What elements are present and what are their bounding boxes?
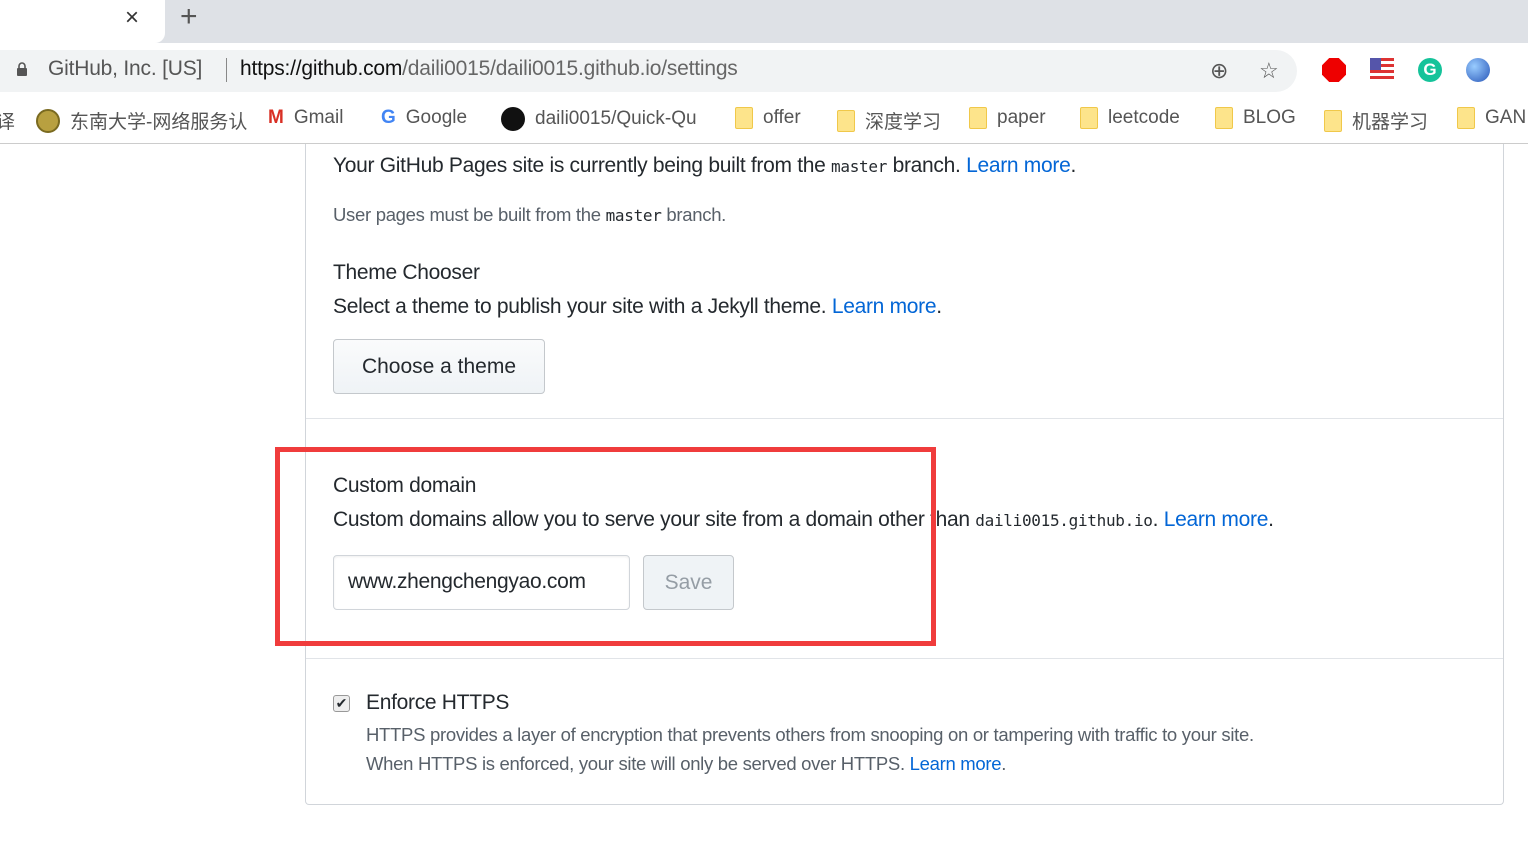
folder-icon (1324, 109, 1342, 132)
learn-more-link[interactable]: Learn more (832, 295, 937, 318)
bookmark-label: 东南大学-网络服务认 (70, 112, 248, 133)
theme-title: Theme Chooser (333, 261, 480, 284)
url-text[interactable]: https://github.com/daili0015/daili0015.g… (240, 57, 738, 81)
google-icon: G (381, 107, 396, 128)
bookmark[interactable]: 机器学习 (1324, 107, 1428, 134)
folder-icon (1457, 107, 1475, 129)
bookmark-label: 机器学习 (1352, 112, 1429, 133)
bookmark-label: GAN (1485, 107, 1527, 128)
bookmark[interactable]: paper (969, 107, 1046, 129)
learn-more-link[interactable]: Learn more (910, 753, 1002, 774)
learn-more-link[interactable]: Learn more (1164, 508, 1269, 531)
folder-icon (1080, 107, 1098, 129)
gmail-icon: M (268, 107, 284, 128)
folder-icon (1215, 107, 1233, 129)
bookmark[interactable]: 译 (0, 107, 15, 134)
bookmark[interactable]: daili0015/Quick-Qu (501, 107, 697, 131)
globe-extension-icon[interactable] (1466, 58, 1490, 82)
bookmark-label: Gmail (293, 107, 344, 128)
divider (306, 418, 1503, 419)
bookmark-label: 译 (0, 112, 16, 133)
build-status: Your GitHub Pages site is currently bein… (333, 154, 1076, 177)
enforce-https-checkbox[interactable]: ✔ (333, 695, 350, 712)
new-tab-button[interactable]: + (180, 0, 198, 34)
separator (226, 58, 227, 82)
url-host: https://github.com (240, 57, 403, 80)
bookmark[interactable]: M Gmail (268, 107, 343, 129)
bookmark[interactable]: leetcode (1080, 107, 1180, 129)
https-desc-line1: HTTPS provides a layer of encryption tha… (366, 724, 1254, 745)
zoom-icon[interactable]: ⊕ (1210, 58, 1228, 84)
bookmark-label: leetcode (1108, 107, 1180, 128)
bookmark[interactable]: GAN (1457, 107, 1526, 129)
folder-icon (969, 107, 987, 129)
url-path: /daili0015/daili0015.github.io/settings (402, 57, 738, 80)
folder-icon (837, 109, 855, 132)
bookmark[interactable]: G Google (381, 107, 467, 129)
tab-strip (0, 0, 1528, 43)
highlight-annotation-box (275, 447, 936, 646)
bookmark[interactable]: offer (735, 107, 801, 129)
bookmark[interactable]: 深度学习 (837, 107, 941, 134)
site-identity[interactable]: GitHub, Inc. [US] (48, 57, 202, 81)
bookmark-label: 深度学习 (865, 112, 942, 133)
grammarly-icon[interactable]: G (1418, 58, 1442, 82)
bookmark-label: BLOG (1243, 107, 1296, 128)
bookmark-label: daili0015/Quick-Qu (535, 108, 697, 129)
bookmark[interactable]: 东南大学-网络服务认 (36, 107, 247, 134)
flag-extension-icon[interactable] (1370, 58, 1394, 82)
lock-icon[interactable] (16, 62, 28, 76)
seu-icon (36, 108, 60, 133)
https-desc-line2: When HTTPS is enforced, your site will o… (366, 753, 1007, 774)
choose-theme-button[interactable]: Choose a theme (333, 339, 545, 394)
github-icon (501, 107, 525, 131)
enforce-https-title: Enforce HTTPS (366, 691, 510, 714)
star-icon[interactable]: ☆ (1259, 58, 1279, 84)
bookmark[interactable]: BLOG (1215, 107, 1296, 129)
learn-more-link[interactable]: Learn more (966, 154, 1071, 177)
active-tab[interactable] (0, 0, 165, 43)
adblock-icon[interactable] (1322, 58, 1346, 82)
bookmark-label: offer (763, 107, 801, 128)
tab-close-icon[interactable]: × (125, 4, 139, 32)
branch-note: User pages must be built from the master… (333, 204, 727, 225)
divider (306, 658, 1503, 659)
theme-desc: Select a theme to publish your site with… (333, 295, 942, 318)
bookmark-label: paper (997, 107, 1046, 128)
bookmark-label: Google (405, 107, 468, 128)
folder-icon (735, 107, 753, 129)
